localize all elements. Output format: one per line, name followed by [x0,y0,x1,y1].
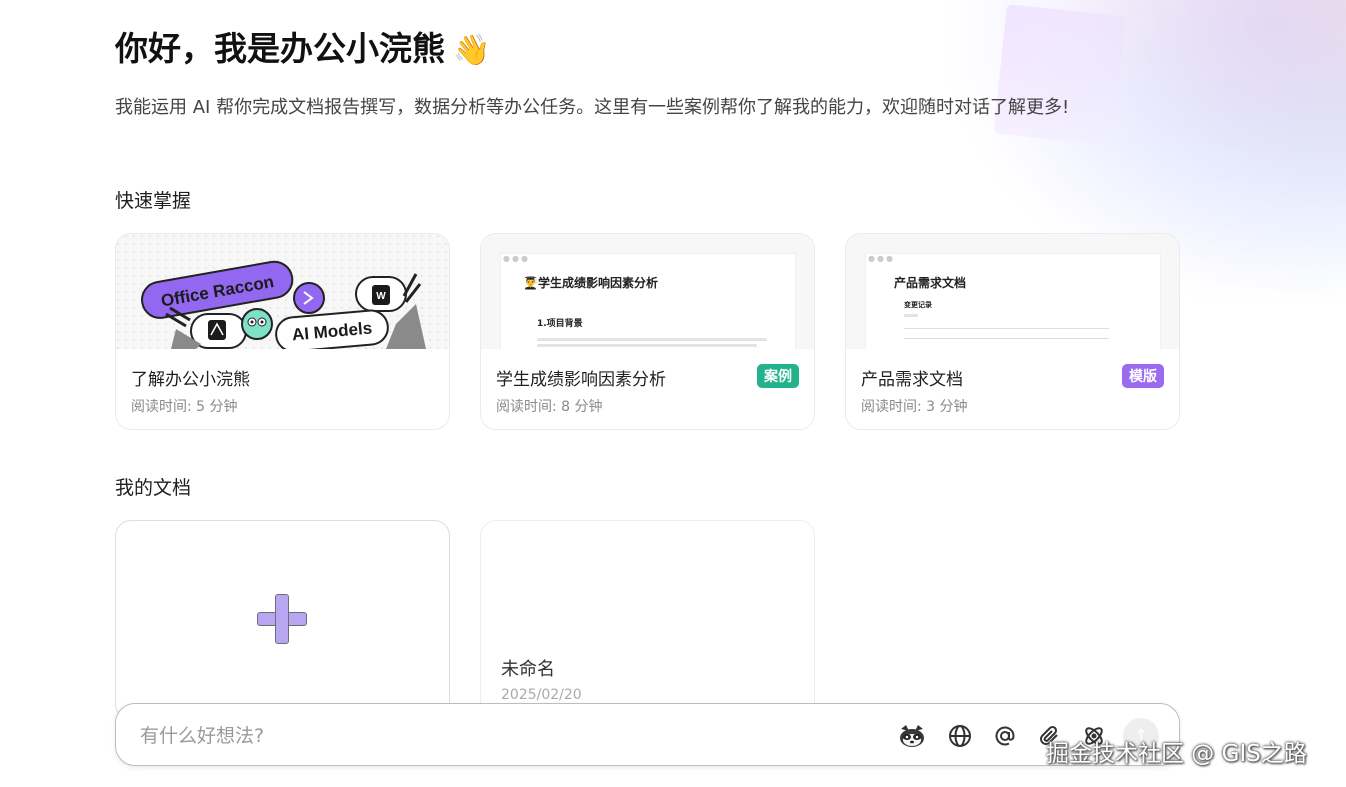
quick-card-student-analysis[interactable]: ●●● 👨‍🎓学生成绩影响因素分析 1.项目背景 学生成绩影响因素分析 案例 阅… [480,233,815,430]
preview-table-line [904,338,1109,339]
preview-section: 变更记录 [904,301,932,309]
card-title: 学生成绩影响因素分析 [496,370,666,390]
card-thumbnail: ●●● 产品需求文档 变更记录 [846,234,1179,349]
greeting-text: 你好，我是办公小浣熊 [115,29,445,68]
preview-title: 产品需求文档 [894,276,967,290]
window-dots-icon: ●●● [503,254,530,263]
preview-line [904,314,918,317]
chat-bar: ↑ [115,703,1180,766]
svg-text:W: W [376,291,386,302]
card-title: 了解办公小浣熊 [131,370,250,390]
document-date: 2025/02/20 [501,687,582,703]
new-document-button[interactable] [115,520,450,720]
document-preview [501,254,795,349]
case-badge: 案例 [757,364,799,388]
intro-text: 我能运用 AI 帮你完成文档报告撰写，数据分析等办公任务。这里有一些案例帮你了解… [115,97,1070,118]
background-decoration [993,4,1127,146]
watermark: 掘金技术社区 @ GIS之路 [1046,741,1307,767]
quick-card-intro[interactable]: Office Raccon W AI Models 了解办公小浣熊 阅读时间: … [115,233,450,430]
page-title: 你好，我是办公小浣熊 👋 [115,22,490,70]
wave-hand-icon: 👋 [453,33,491,68]
globe-icon[interactable] [944,720,976,752]
my-docs-title: 我的文档 [115,477,192,499]
card-read-time: 阅读时间: 8 分钟 [496,399,603,415]
quick-start-title: 快速掌握 [115,190,192,212]
preview-line [537,344,757,347]
quick-card-product-doc[interactable]: ●●● 产品需求文档 变更记录 产品需求文档 模版 阅读时间: 3 分钟 [845,233,1180,430]
raccoon-icon[interactable] [896,720,928,752]
preview-title: 👨‍🎓学生成绩影响因素分析 [523,276,658,290]
preview-section: 1.项目背景 [537,319,583,329]
preview-table-line [904,328,1109,329]
plus-icon [257,594,307,644]
card-read-time: 阅读时间: 5 分钟 [131,399,238,415]
at-icon[interactable] [989,720,1021,752]
template-badge: 模版 [1122,364,1164,388]
card-read-time: 阅读时间: 3 分钟 [861,399,968,415]
chat-input[interactable] [140,722,840,750]
document-card[interactable]: 未命名 2025/02/20 [480,520,815,720]
card-thumbnail: ●●● 👨‍🎓学生成绩影响因素分析 1.项目背景 [481,234,814,349]
preview-line [537,338,767,341]
card-title: 产品需求文档 [861,370,963,390]
card-thumbnail: Office Raccon W AI Models [116,234,449,349]
window-dots-icon: ●●● [868,254,895,263]
document-name: 未命名 [501,659,555,680]
